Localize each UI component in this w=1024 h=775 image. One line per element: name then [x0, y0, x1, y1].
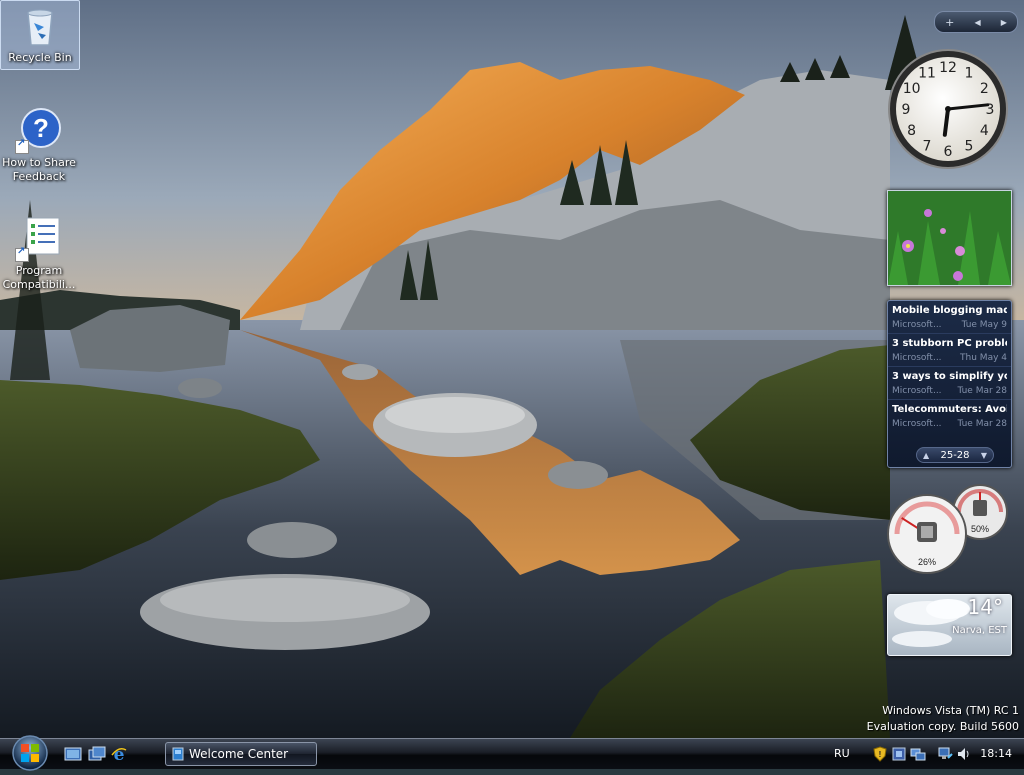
welcome-center-icon [172, 747, 184, 761]
watermark-line2: Evaluation copy. Build 5600 [866, 720, 1019, 733]
feed-item[interactable]: Mobile blogging mad... Microsoft... Tue M… [888, 301, 1011, 334]
feed-title: Mobile blogging mad... [892, 305, 1007, 316]
feed-title: 3 ways to simplify yo... [892, 371, 1007, 382]
sidebar-controls: + ◀ ▶ [934, 11, 1018, 33]
language-indicator[interactable]: RU [834, 747, 850, 760]
checklist-icon [15, 214, 63, 262]
switch-windows-icon[interactable] [88, 746, 106, 762]
how-to-share-feedback-label-line2: Feedback [12, 170, 66, 183]
network-status-icon[interactable] [910, 746, 926, 762]
taskbar: e Welcome Center RU ! 18:14 [0, 735, 1024, 771]
cpu-meter-gadget[interactable]: 50% 26% [887, 484, 1011, 576]
volume-speaker-icon[interactable] [956, 746, 972, 762]
clock-numeral: 8 [907, 123, 916, 139]
weather-location: Narva, EST [952, 625, 1007, 636]
feed-title: 3 stubborn PC proble... [892, 338, 1007, 349]
slideshow-image [888, 191, 1011, 285]
cpu-percent-label: 26% [918, 557, 936, 567]
weather-gadget[interactable]: 14° Narva, EST [887, 594, 1012, 656]
how-to-share-feedback-desktop-icon[interactable]: ? How to Share Feedback [0, 106, 78, 184]
feed-headlines-gadget[interactable]: Mobile blogging mad... Microsoft... Tue M… [887, 300, 1012, 468]
taskbar-button-label: Welcome Center [189, 747, 289, 761]
desktop-wallpaper [0, 0, 1024, 738]
security-shield-icon[interactable]: ! [872, 746, 888, 762]
clock-numeral: 5 [965, 138, 974, 154]
feed-date: Thu May 4 [960, 353, 1007, 363]
feed-source: Microsoft... [892, 320, 942, 330]
feed-source: Microsoft... [892, 419, 942, 429]
how-to-share-feedback-label-line1: How to Share [2, 156, 76, 169]
windows-logo-icon [12, 735, 48, 771]
windows-defender-icon[interactable] [891, 746, 907, 762]
os-watermark: Windows Vista (TM) RC 1 Evaluation copy.… [867, 703, 1019, 735]
feed-date: Tue Mar 28 [957, 419, 1007, 429]
svg-text:?: ? [33, 113, 49, 143]
taskbar-clock[interactable]: 18:14 [980, 747, 1012, 760]
recycle-bin-icon [16, 1, 64, 49]
clock-numeral: 9 [902, 102, 911, 118]
slideshow-gadget[interactable] [887, 190, 1012, 286]
feed-date: Tue May 9 [961, 320, 1007, 330]
recycle-bin-desktop-icon[interactable]: Recycle Bin [0, 0, 80, 70]
taskbar-button-welcome-center[interactable]: Welcome Center [165, 742, 317, 766]
feed-source: Microsoft... [892, 386, 942, 396]
start-button[interactable] [8, 734, 52, 772]
feed-item[interactable]: 3 ways to simplify yo... Microsoft... Tue… [888, 367, 1011, 400]
feed-item[interactable]: 3 stubborn PC proble... Microsoft... Thu … [888, 334, 1011, 367]
network-connection-icon[interactable] [937, 746, 953, 762]
previous-page-button[interactable]: ◀ [974, 18, 980, 27]
watermark-line1: Windows Vista (TM) RC 1 [882, 704, 1019, 717]
feed-title: Telecommuters: Avoi... [892, 404, 1007, 415]
analog-clock: 12 1234567891011 [888, 49, 1008, 169]
feed-page-range: 25-28 [940, 449, 970, 461]
feed-source: Microsoft... [892, 353, 942, 363]
show-desktop-icon[interactable] [64, 746, 82, 762]
clock-numeral: 4 [980, 123, 989, 139]
weather-temperature: 14° [967, 595, 1003, 619]
feed-up-arrow-icon[interactable]: ▲ [923, 451, 929, 460]
clock-numeral: 2 [980, 81, 989, 97]
clock-numeral: 11 [918, 66, 936, 82]
program-compatibility-label-line1: Program [15, 264, 63, 277]
clock-numeral: 12 [939, 60, 957, 76]
cpu-gauge: 26% [887, 494, 967, 574]
svg-text:!: ! [879, 750, 882, 759]
clock-gadget[interactable]: 12 1 2 3 4 5 6 7 8 9 10 11 [886, 47, 1010, 171]
feed-down-arrow-icon[interactable]: ▼ [981, 451, 987, 460]
feed-pager: ▲ 25-28 ▼ [916, 447, 994, 463]
shortcut-arrow-icon [15, 246, 29, 262]
internet-explorer-icon[interactable]: e [110, 745, 128, 765]
next-page-button[interactable]: ▶ [1001, 18, 1007, 27]
clock-numeral: 1 [965, 66, 974, 82]
add-gadget-button[interactable]: + [945, 16, 954, 29]
recycle-bin-label: Recycle Bin [8, 51, 72, 64]
feed-date: Tue Mar 28 [957, 386, 1007, 396]
clock-numeral: 7 [923, 138, 932, 154]
help-question-icon: ? [15, 106, 63, 154]
clock-numeral: 10 [903, 81, 921, 97]
clock-numeral: 6 [944, 144, 953, 160]
program-compatibility-label-line2: Compatibili... [2, 278, 76, 291]
feed-item[interactable]: Telecommuters: Avoi... Microsoft... Tue M… [888, 400, 1011, 432]
shortcut-arrow-icon [15, 138, 29, 154]
memory-percent-label: 50% [971, 524, 989, 534]
program-compatibility-desktop-icon[interactable]: Program Compatibili... [0, 214, 78, 292]
